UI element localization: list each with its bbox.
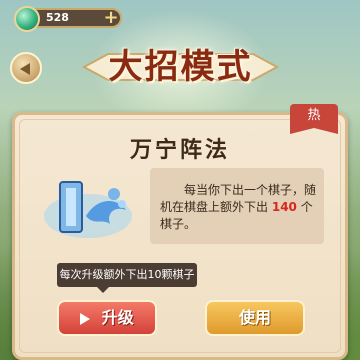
page-title: 大招模式	[108, 47, 253, 87]
upgrade-tooltip: 每次升级额外下出10颗棋子	[57, 263, 197, 293]
skill-description: 每当你下出一个棋子，随机在棋盘上额外下出 140 个棋子。	[160, 182, 318, 233]
skill-art-icon	[40, 176, 136, 242]
skill-name: 万宁阵法	[129, 137, 230, 163]
use-button[interactable]: 使用	[205, 300, 305, 336]
add-currency-button[interactable]: +	[100, 8, 122, 28]
play-icon	[80, 312, 91, 325]
title-banner: 大招模式	[78, 40, 283, 94]
back-button[interactable]	[10, 52, 42, 84]
use-button-label: 使用	[238, 308, 271, 327]
currency-amount: 528	[46, 11, 69, 24]
upgrade-button[interactable]: 升级	[57, 300, 157, 336]
jade-icon	[14, 6, 40, 32]
back-arrow-icon	[20, 63, 30, 75]
hot-badge: 热	[290, 104, 338, 134]
description-number: 140	[271, 200, 297, 214]
upgrade-button-label: 升级	[101, 308, 134, 327]
